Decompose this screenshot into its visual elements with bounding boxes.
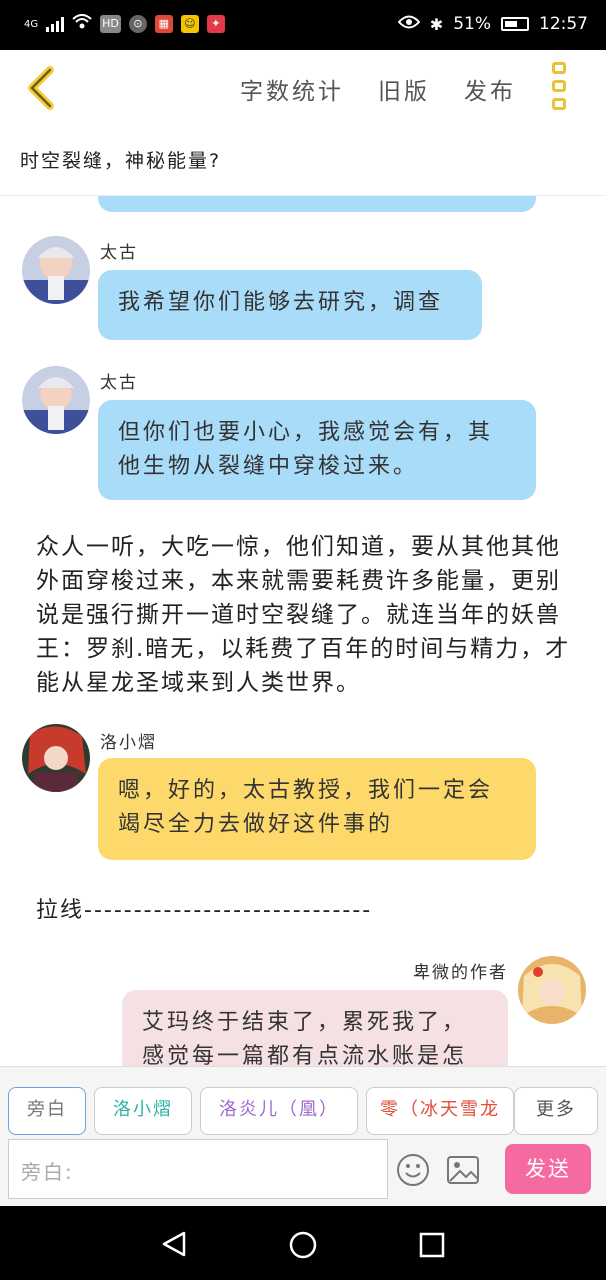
composer: 旁白 洛小熠 洛炎儿（凰） 零（冰天雪龙 更多 旁白: 发送	[0, 1066, 606, 1206]
publish-button[interactable]: 发布	[464, 72, 516, 106]
role-chip-luoxiaoyi[interactable]: 洛小熠	[94, 1087, 192, 1135]
chat-bubble[interactable]: 艾玛终于结束了，累死我了，感觉每一篇都有点流水账是怎	[122, 990, 508, 1066]
battery-icon	[501, 17, 529, 31]
battery-percent: 51%	[453, 14, 491, 34]
app-notification-icon: ▦	[154, 15, 173, 33]
pull-line-text[interactable]: 拉线-----------------------------	[36, 892, 372, 924]
nav-back-icon[interactable]	[160, 1230, 188, 1258]
role-chip-ling[interactable]: 零（冰天雪龙	[366, 1087, 514, 1135]
more-menu-icon[interactable]	[552, 62, 568, 110]
data-saver-icon: ⊙	[128, 15, 147, 33]
chapter-title[interactable]: 时空裂缝，神秘能量?	[0, 126, 606, 196]
clock: 12:57	[539, 14, 588, 34]
previous-bubble-fragment	[98, 196, 536, 212]
chat-bubble[interactable]: 但你们也要小心，我感觉会有，其他生物从裂缝中穿梭过来。	[98, 400, 536, 500]
send-button[interactable]: 发送	[505, 1144, 591, 1194]
nav-home-icon[interactable]	[288, 1230, 318, 1260]
network-label: 4G	[24, 18, 39, 30]
avatar-taigu[interactable]	[22, 366, 90, 434]
word-count-button[interactable]: 字数统计	[240, 72, 344, 106]
role-chip-luoyaner[interactable]: 洛炎儿（凰）	[200, 1087, 358, 1135]
emoji-icon[interactable]	[396, 1153, 430, 1191]
wifi-icon	[72, 14, 92, 34]
avatar-author[interactable]	[518, 956, 586, 1024]
eye-comfort-icon	[397, 14, 421, 34]
bluetooth-icon: ✱	[429, 14, 444, 34]
signal-icon	[46, 16, 65, 32]
avatar-taigu[interactable]	[22, 236, 90, 304]
nav-recents-icon[interactable]	[418, 1231, 446, 1259]
image-icon[interactable]	[446, 1155, 480, 1189]
more-roles-button[interactable]: 更多	[514, 1087, 598, 1135]
chat-area[interactable]: 太古 我希望你们能够去研究，调查 太古 但你们也要小心，我感觉会有，其他生物从裂…	[0, 196, 606, 1066]
avatar-luoxiaoyi[interactable]	[22, 724, 90, 792]
chat-bubble[interactable]: 嗯，好的，太古教授，我们一定会竭尽全力去做好这件事的	[98, 758, 536, 860]
sender-name: 卑微的作者	[413, 963, 508, 983]
back-button[interactable]	[22, 64, 62, 112]
system-nav-bar	[0, 1206, 606, 1280]
message-input[interactable]: 旁白:	[8, 1139, 388, 1199]
narration-text[interactable]: 众人一听，大吃一惊，他们知道，要从其他其他外面穿梭过来，本来就需要耗费许多能量，…	[36, 530, 584, 700]
sender-name: 太古	[100, 373, 138, 393]
status-bar: 4G HD ⊙ ▦ ☺ ✦ ✱ 51% 12:57	[0, 0, 606, 50]
toolbar: 字数统计 旧版 发布	[0, 50, 606, 126]
hd-icon: HD	[100, 15, 121, 33]
chat-bubble[interactable]: 我希望你们能够去研究，调查	[98, 270, 482, 340]
old-version-button[interactable]: 旧版	[378, 72, 430, 106]
shopping-app-icon: ✦	[206, 15, 225, 33]
chat-app-icon: ☺	[180, 15, 199, 33]
sender-name: 洛小熠	[100, 733, 157, 753]
role-chip-narration[interactable]: 旁白	[8, 1087, 86, 1135]
chevron-left-icon	[28, 66, 54, 110]
sender-name: 太古	[100, 243, 138, 263]
